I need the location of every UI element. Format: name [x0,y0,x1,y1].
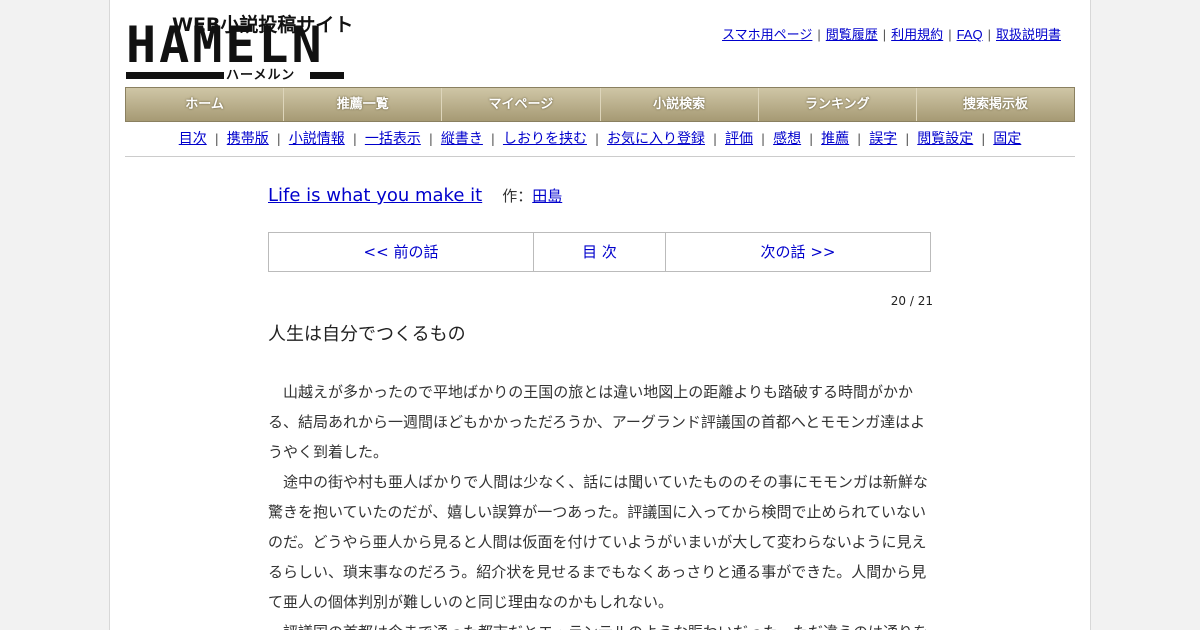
separator: | [882,27,887,42]
separator: | [809,132,814,146]
novel-title-link[interactable]: Life is what you make it [268,185,482,206]
toplink-manual[interactable]: 取扱説明書 [996,27,1061,42]
top-links: スマホ用ページ | 閲覧履歴 | 利用規約 | FAQ | 取扱説明書 [722,24,1061,43]
separator: | [276,132,281,146]
sublink-toc[interactable]: 目次 [179,131,207,147]
prev-chapter-link[interactable]: << 前の話 [364,243,439,261]
sublink-bookmark[interactable]: しおりを挟む [503,131,587,147]
sublink-pin[interactable]: 固定 [993,131,1021,147]
site-logo[interactable]: WEB小説投稿サイト HAMELN ハーメルン [126,10,353,83]
nav-home[interactable]: ホーム [126,88,285,121]
logo-kana: ハーメルン [226,68,296,83]
novel-header: Life is what you make it 作：田島 [268,185,562,206]
nav-mypage[interactable]: マイページ [442,88,601,121]
separator: | [594,132,599,146]
separator: | [761,132,766,146]
chapter-body: 山越えが多かったので平地ばかりの王国の旅とは違い地図上の距離よりも踏破する時間が… [268,377,934,630]
separator: | [857,132,862,146]
sublink-favorite[interactable]: お気に入り登録 [607,131,705,147]
chapter-pager: << 前の話 目 次 次の話 >> [268,232,931,272]
sublink-novel-info[interactable]: 小説情報 [289,131,345,147]
sublink-show-all[interactable]: 一括表示 [365,131,421,147]
separator: | [428,132,433,146]
main-nav: ホーム 推薦一覧 マイページ 小説検索 ランキング 捜索掲示板 [125,87,1075,122]
next-chapter-link[interactable]: 次の話 >> [761,243,836,261]
pager-toc-cell: 目 次 [534,233,666,271]
logo-bar-right [310,72,344,79]
toplink-faq[interactable]: FAQ [957,27,983,42]
separator: | [490,132,495,146]
author-row: 作：田島 [502,187,562,205]
toplink-terms[interactable]: 利用規約 [891,27,943,42]
nav-recommendations[interactable]: 推薦一覧 [284,88,443,121]
toc-link[interactable]: 目 次 [582,243,617,261]
sublink-review[interactable]: 感想 [773,131,801,147]
nav-search-board[interactable]: 捜索掲示板 [917,88,1074,121]
toplink-history[interactable]: 閲覧履歴 [826,27,878,42]
chapter-count: 20 / 21 [890,294,933,308]
page-container: WEB小説投稿サイト HAMELN ハーメルン スマホ用ページ | 閲覧履歴 | 利用規… [109,0,1091,630]
separator: | [905,132,910,146]
sublink-mobile[interactable]: 携帯版 [227,131,269,147]
sublink-rating[interactable]: 評価 [725,131,753,147]
author-prefix: 作： [502,187,533,205]
sublink-view-settings[interactable]: 閲覧設定 [917,131,973,147]
sublink-typo[interactable]: 誤字 [869,131,897,147]
separator: | [948,27,952,42]
separator: | [987,27,991,42]
separator: | [817,27,821,42]
paragraph: 途中の街や村も亜人ばかりで人間は少なく、話には聞いていたもののその事にモモンガは… [268,473,928,611]
paragraph: 山越えが多かったので平地ばかりの王国の旅とは違い地図上の距離よりも踏破する時間が… [268,383,926,461]
author-link[interactable]: 田島 [532,187,562,205]
paragraph: 評議国の首都は今まで通った都市だとエ・ランテルのような賑わいだった。ただ違うのは… [268,617,934,630]
nav-novel-search[interactable]: 小説検索 [601,88,759,121]
sublink-recommend[interactable]: 推薦 [821,131,849,147]
chapter-title: 人生は自分でつくるもの [268,324,466,345]
logo-bar-left [126,72,224,79]
separator: | [214,132,219,146]
novel-tools: 目次 | 携帯版 | 小説情報 | 一括表示 | 縦書き | しおりを挟む | お気に入り登録 | 評価 | 感… [125,122,1075,157]
separator: | [352,132,357,146]
pager-prev-cell: << 前の話 [269,233,534,271]
toplink-smartphone[interactable]: スマホ用ページ [722,27,812,42]
separator: | [713,132,718,146]
nav-ranking[interactable]: ランキング [759,88,917,121]
sublink-vertical[interactable]: 縦書き [441,131,483,147]
pager-next-cell: 次の話 >> [666,233,930,271]
separator: | [981,132,986,146]
